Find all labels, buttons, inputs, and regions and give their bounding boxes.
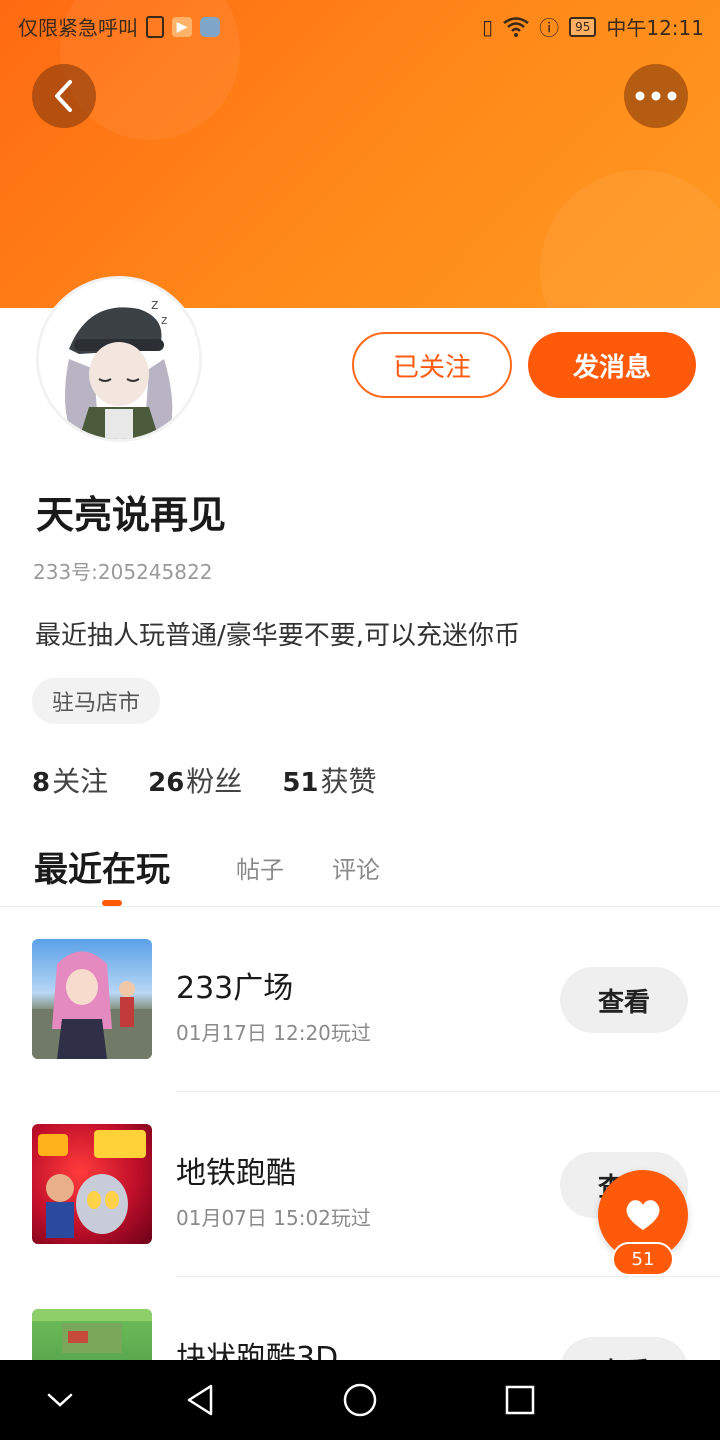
- nav-back-button[interactable]: [180, 1380, 220, 1420]
- divider: [176, 1091, 720, 1092]
- send-message-button[interactable]: 发消息: [528, 332, 696, 398]
- stat-count: 26: [148, 768, 185, 798]
- carrier-text: 仅限紧急呼叫: [18, 16, 138, 40]
- document-icon: [146, 15, 164, 38]
- svg-text:z: z: [161, 313, 167, 327]
- chevron-down-icon: [47, 1393, 73, 1407]
- alert-icon: ⓘ: [539, 16, 560, 40]
- status-bar: 仅限紧急呼叫 ▶ ▯ ⓘ 95 中午12:11: [0, 0, 720, 50]
- stat-label: 获赞: [320, 765, 377, 798]
- play-icon: ▶: [172, 16, 192, 37]
- tab-comments[interactable]: 评论: [332, 850, 380, 885]
- tab-posts[interactable]: 帖子: [236, 850, 284, 885]
- profile-screen: 仅限紧急呼叫 ▶ ▯ ⓘ 95 中午12:11 z z 已关注 发消息 天亮说再…: [0, 0, 720, 1440]
- game-thumbnail: [32, 939, 152, 1059]
- profile-tabs: 最近在玩 帖子 评论: [0, 838, 720, 908]
- nav-home-button[interactable]: [340, 1380, 380, 1420]
- clock: 中午12:11: [606, 16, 704, 40]
- recents-square-icon: [505, 1385, 535, 1415]
- heart-icon: [626, 1200, 660, 1230]
- battery-icon: 95: [569, 16, 597, 37]
- like-count-badge: 51: [612, 1242, 674, 1276]
- stat-count: 51: [282, 768, 319, 798]
- stat-label: 关注: [52, 765, 109, 798]
- avatar[interactable]: z z: [36, 276, 202, 442]
- more-horizontal-icon: [635, 91, 677, 101]
- wifi-icon: [503, 16, 529, 37]
- game-list-item[interactable]: 233广场 01月17日 12:20玩过 查看: [0, 939, 720, 1123]
- avatar-image: z z: [39, 279, 199, 439]
- tab-recently-played[interactable]: 最近在玩: [34, 842, 170, 891]
- chevron-left-icon: [55, 80, 72, 112]
- game-thumbnail: [32, 1124, 152, 1244]
- profile-stats: 8关注 26粉丝 51获赞: [32, 760, 377, 800]
- game-last-played: 01月07日 15:02玩过: [176, 1206, 371, 1230]
- game-last-played: 01月17日 12:20玩过: [176, 1021, 371, 1045]
- hide-nav-button[interactable]: [40, 1380, 80, 1420]
- view-button[interactable]: 查看: [560, 967, 688, 1033]
- game-name: 地铁跑酷: [176, 1156, 296, 1191]
- location-tag: 驻马店市: [32, 678, 161, 724]
- stat-count: 8: [32, 768, 51, 798]
- stat-likes[interactable]: 51获赞: [282, 760, 376, 800]
- svg-text:z: z: [151, 297, 158, 313]
- more-button[interactable]: [624, 64, 688, 128]
- game-name: 233广场: [176, 971, 294, 1006]
- back-triangle-icon: [187, 1384, 213, 1416]
- banner-decoration: [540, 170, 720, 308]
- divider: [176, 1276, 720, 1277]
- user-id: 233号:205245822: [33, 560, 213, 584]
- system-nav-bar: [0, 1360, 720, 1440]
- vibrate-icon: ▯: [482, 14, 494, 39]
- game-thumbnail-art: [32, 951, 152, 1059]
- app-icon: [200, 16, 220, 37]
- username: 天亮说再见: [36, 493, 227, 537]
- followed-button[interactable]: 已关注: [352, 332, 512, 398]
- user-bio: 最近抽人玩普通/豪华要不要,可以充迷你币: [35, 621, 521, 651]
- back-button[interactable]: [32, 64, 96, 128]
- stat-label: 粉丝: [186, 765, 243, 798]
- stat-fans[interactable]: 26粉丝: [148, 760, 242, 800]
- game-thumbnail-art: [38, 1130, 146, 1238]
- home-circle-icon: [343, 1383, 377, 1417]
- divider: [0, 906, 720, 907]
- nav-recents-button[interactable]: [500, 1380, 540, 1420]
- stat-following[interactable]: 8关注: [32, 760, 108, 800]
